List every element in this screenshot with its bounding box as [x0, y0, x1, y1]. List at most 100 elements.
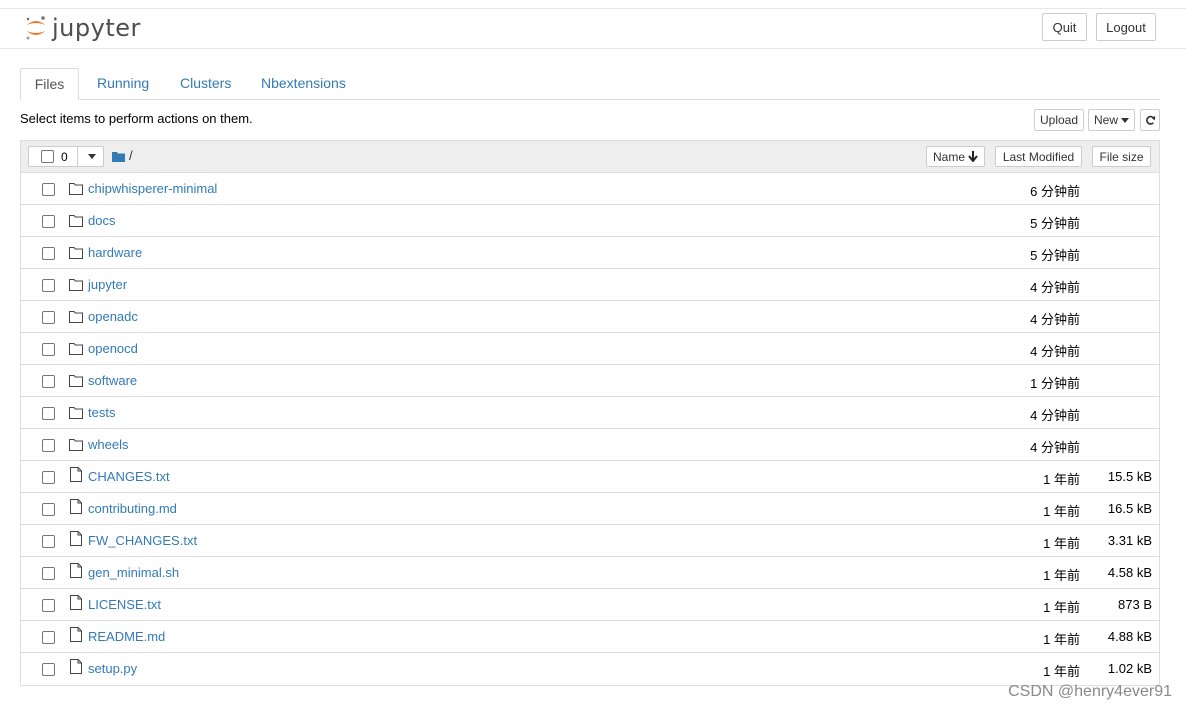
- item-name-link[interactable]: hardware: [88, 245, 142, 260]
- file-icon: [70, 467, 84, 483]
- item-last-modified: 1 年前: [1043, 600, 1080, 615]
- item-last-modified: 5 分钟前: [1030, 248, 1080, 263]
- row-checkbox[interactable]: [42, 567, 55, 580]
- item-name-link[interactable]: software: [88, 373, 137, 388]
- folder-row[interactable]: openadc 4 分钟前: [21, 301, 1159, 333]
- row-checkbox[interactable]: [42, 311, 55, 324]
- folder-row[interactable]: hardware 5 分钟前: [21, 237, 1159, 269]
- caret-down-icon: [87, 154, 96, 159]
- item-name-link[interactable]: contributing.md: [88, 501, 177, 516]
- new-label: New: [1093, 113, 1118, 127]
- file-row[interactable]: FW_CHANGES.txt 1 年前 3.31 kB: [21, 525, 1159, 557]
- folder-row[interactable]: jupyter 4 分钟前: [21, 269, 1159, 301]
- tab-clusters[interactable]: Clusters: [180, 68, 231, 99]
- item-last-modified: 4 分钟前: [1030, 280, 1080, 295]
- jupyter-logo-icon: [26, 16, 45, 40]
- selection-dropdown-button[interactable]: [77, 147, 105, 166]
- row-checkbox[interactable]: [42, 599, 55, 612]
- sort-by-name-button[interactable]: Name: [926, 146, 985, 167]
- file-row[interactable]: CHANGES.txt 1 年前 15.5 kB: [21, 461, 1159, 493]
- item-last-modified: 1 分钟前: [1030, 376, 1080, 391]
- file-row[interactable]: README.md 1 年前 4.88 kB: [21, 621, 1159, 653]
- item-name-link[interactable]: CHANGES.txt: [88, 469, 170, 484]
- folder-row[interactable]: wheels 4 分钟前: [21, 429, 1159, 461]
- file-row[interactable]: gen_minimal.sh 1 年前 4.58 kB: [21, 557, 1159, 589]
- file-row[interactable]: contributing.md 1 年前 16.5 kB: [21, 493, 1159, 525]
- breadcrumb-root[interactable]: /: [129, 148, 133, 163]
- row-checkbox[interactable]: [42, 471, 55, 484]
- item-name-link[interactable]: openocd: [88, 341, 138, 356]
- item-name-link[interactable]: setup.py: [88, 661, 137, 676]
- file-icon: [70, 627, 84, 643]
- file-rows: chipwhisperer-minimal 6 分钟前 docs 5 分钟前 hardw…: [21, 173, 1159, 685]
- folder-row[interactable]: openocd 4 分钟前: [21, 333, 1159, 365]
- folder-row[interactable]: chipwhisperer-minimal 6 分钟前: [21, 173, 1159, 205]
- item-file-size: 4.58 kB: [1107, 565, 1152, 580]
- tab-bar: Files Running Clusters Nbextensions: [20, 68, 1160, 100]
- file-list: 0 / Name Last Modified File size chipwhi…: [20, 140, 1160, 686]
- quit-button[interactable]: Quit: [1042, 13, 1087, 41]
- row-checkbox[interactable]: [42, 503, 55, 516]
- sort-by-file-size-button[interactable]: File size: [1092, 146, 1151, 167]
- watermark-text: CSDN @henry4ever91: [1008, 683, 1172, 700]
- item-last-modified: 4 分钟前: [1030, 344, 1080, 359]
- item-name-link[interactable]: chipwhisperer-minimal: [88, 181, 217, 196]
- jupyter-logo[interactable]: jupyter: [24, 14, 141, 42]
- folder-row[interactable]: software 1 分钟前: [21, 365, 1159, 397]
- row-checkbox[interactable]: [42, 183, 55, 196]
- row-checkbox[interactable]: [42, 215, 55, 228]
- folder-row[interactable]: tests 4 分钟前: [21, 397, 1159, 429]
- sort-by-last-modified-button[interactable]: Last Modified: [995, 146, 1082, 167]
- item-name-link[interactable]: tests: [88, 405, 115, 420]
- item-last-modified: 1 年前: [1043, 664, 1080, 679]
- item-name-link[interactable]: FW_CHANGES.txt: [88, 533, 197, 548]
- folder-icon: [69, 438, 83, 454]
- file-icon: [70, 659, 84, 675]
- upload-button[interactable]: Upload: [1034, 109, 1084, 131]
- item-last-modified: 1 年前: [1043, 504, 1080, 519]
- row-checkbox[interactable]: [42, 247, 55, 260]
- row-checkbox[interactable]: [42, 407, 55, 420]
- refresh-icon: [1145, 115, 1155, 125]
- item-file-size: 1.02 kB: [1107, 661, 1152, 676]
- tab-files[interactable]: Files: [20, 68, 79, 100]
- item-last-modified: 6 分钟前: [1030, 184, 1080, 199]
- file-icon: [70, 563, 84, 579]
- file-row[interactable]: setup.py 1 年前 1.02 kB: [21, 653, 1159, 685]
- item-name-link[interactable]: gen_minimal.sh: [88, 565, 179, 580]
- folder-icon[interactable]: [112, 151, 125, 162]
- item-file-size: 3.31 kB: [1107, 533, 1152, 548]
- row-checkbox[interactable]: [42, 535, 55, 548]
- item-name-link[interactable]: jupyter: [88, 277, 127, 292]
- item-name-link[interactable]: openadc: [88, 309, 138, 324]
- file-icon: [70, 595, 84, 611]
- row-checkbox[interactable]: [42, 631, 55, 644]
- item-last-modified: 4 分钟前: [1030, 408, 1080, 423]
- item-file-size: 4.88 kB: [1107, 629, 1152, 644]
- item-name-link[interactable]: README.md: [88, 629, 165, 644]
- item-last-modified: 1 年前: [1043, 568, 1080, 583]
- row-checkbox[interactable]: [42, 279, 55, 292]
- item-name-link[interactable]: docs: [88, 213, 115, 228]
- select-all-checkbox[interactable]: [41, 150, 54, 163]
- instruction-text: Select items to perform actions on them.: [20, 111, 253, 126]
- refresh-button[interactable]: [1140, 109, 1160, 131]
- row-checkbox[interactable]: [42, 375, 55, 388]
- folder-row[interactable]: docs 5 分钟前: [21, 205, 1159, 237]
- caret-down-icon: [1121, 117, 1129, 123]
- logout-button[interactable]: Logout: [1096, 13, 1156, 41]
- tab-nbextensions[interactable]: Nbextensions: [261, 68, 346, 99]
- file-row[interactable]: LICENSE.txt 1 年前 873 B: [21, 589, 1159, 621]
- item-last-modified: 1 年前: [1043, 536, 1080, 551]
- item-name-link[interactable]: LICENSE.txt: [88, 597, 161, 612]
- list-header: 0 / Name Last Modified File size: [21, 141, 1159, 173]
- row-checkbox[interactable]: [42, 439, 55, 452]
- row-checkbox[interactable]: [42, 343, 55, 356]
- item-name-link[interactable]: wheels: [88, 437, 128, 452]
- logo-text: jupyter: [52, 14, 141, 42]
- folder-icon: [69, 278, 83, 294]
- tab-running[interactable]: Running: [97, 68, 149, 99]
- new-dropdown-button[interactable]: New: [1088, 109, 1135, 131]
- row-checkbox[interactable]: [42, 663, 55, 676]
- arrow-down-icon: [968, 151, 978, 162]
